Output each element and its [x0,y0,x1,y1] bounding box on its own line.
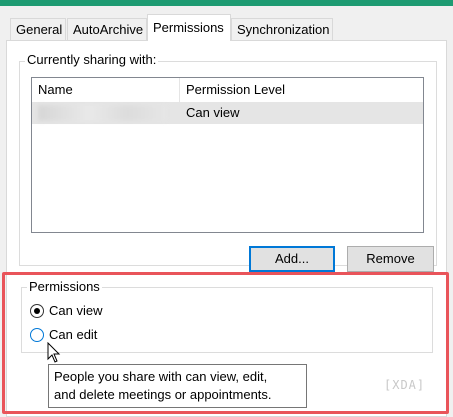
tab-strip: General AutoArchive Permissions Synchron… [0,6,453,41]
tooltip-line-1: People you share with can view, edit, [54,369,268,384]
column-header-permission[interactable]: Permission Level [180,78,423,102]
permissions-tab-panel: Currently sharing with: Name Permission … [6,40,447,417]
tab-autoarchive[interactable]: AutoArchive [67,18,147,40]
mouse-pointer-icon [47,342,61,363]
permission-level-value: Can view [186,105,240,120]
redacted-name [38,105,166,121]
tooltip: People you share with can view, edit, an… [48,364,307,408]
radio-checked-icon[interactable] [30,304,44,318]
tab-synchronization[interactable]: Synchronization [231,18,333,40]
remove-button[interactable]: Remove [347,246,434,272]
radio-unchecked-icon[interactable] [30,328,44,342]
sharing-group-title: Currently sharing with: [25,52,159,67]
sharing-list[interactable]: Name Permission Level Can view [31,77,424,233]
add-button[interactable]: Add... [249,246,335,272]
column-header-name[interactable]: Name [32,78,179,102]
radio-can-view-label[interactable]: Can view [49,302,102,320]
tab-general[interactable]: General [10,18,66,40]
list-item[interactable]: Can view [32,102,423,124]
permissions-group-title: Permissions [27,279,102,294]
tooltip-line-2: and delete meetings or appointments. [54,387,272,402]
watermark-text: XDA [392,378,417,392]
watermark-logo: [XDA] [384,378,426,392]
tab-permissions[interactable]: Permissions [147,14,231,41]
